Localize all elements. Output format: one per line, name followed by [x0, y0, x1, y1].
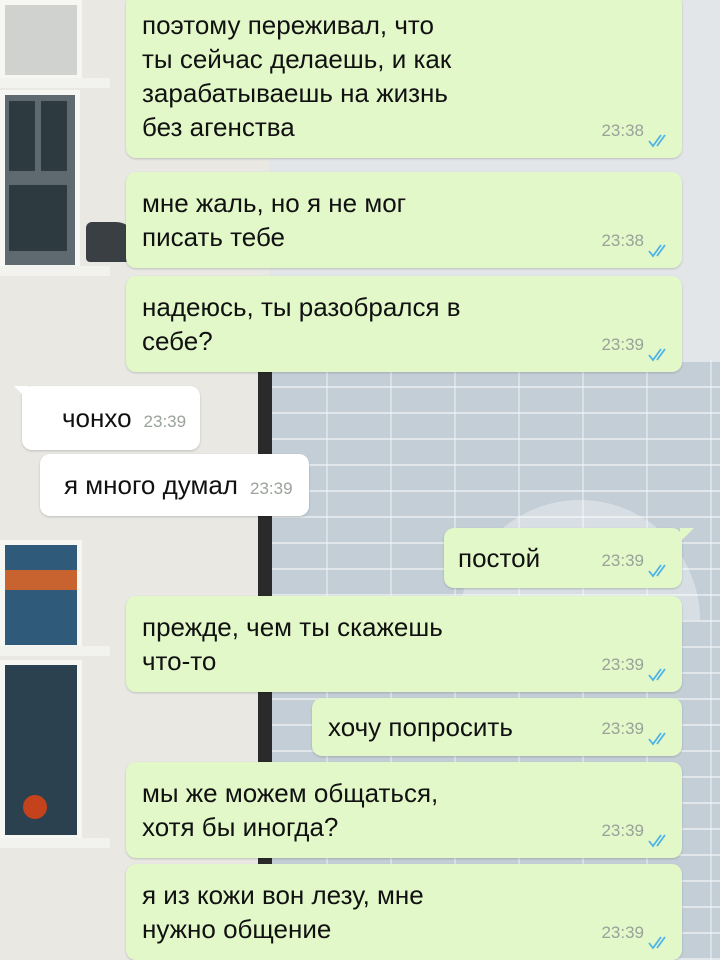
outgoing-message[interactable]: прежде, чем ты скажешь что-то 23:39	[126, 596, 682, 692]
outgoing-message[interactable]: мы же можем общаться, хотя бы иногда? 23…	[126, 762, 682, 858]
outgoing-message[interactable]: хочу попросить 23:39	[312, 698, 682, 756]
message-text: прежде, чем ты скажешь что-то	[142, 612, 443, 676]
message-time: 23:39	[601, 821, 644, 840]
outgoing-message[interactable]: постой 23:39	[444, 528, 694, 588]
message-text: надеюсь, ты разобрался в себе?	[142, 292, 461, 356]
bubble-tail	[14, 386, 28, 400]
outgoing-message[interactable]: поэтому переживал, что ты сейчас делаешь…	[126, 0, 682, 158]
bubble-tail	[680, 528, 694, 542]
message-time: 23:39	[601, 655, 644, 674]
message-time: 23:39	[601, 335, 644, 354]
message-time: 23:39	[601, 551, 644, 570]
message-time: 23:39	[601, 923, 644, 942]
double-check-icon	[648, 668, 666, 682]
message-time: 23:39	[143, 412, 187, 431]
message-time: 23:39	[249, 479, 293, 498]
message-text: я из кожи вон лезу, мне нужно общение	[142, 880, 424, 944]
double-check-icon	[648, 732, 666, 746]
outgoing-message[interactable]: я из кожи вон лезу, мне нужно общение 23…	[126, 864, 682, 960]
message-text: я много думал	[64, 470, 238, 500]
incoming-message[interactable]: чонхо 23:39	[14, 386, 201, 450]
double-check-icon	[648, 244, 666, 258]
message-time: 23:38	[601, 121, 644, 140]
double-check-icon	[648, 936, 666, 950]
double-check-icon	[648, 348, 666, 362]
outgoing-message[interactable]: мне жаль, но я не мог писать тебе 23:38	[126, 172, 682, 268]
double-check-icon	[648, 564, 666, 578]
message-text: чонхо	[62, 403, 132, 433]
message-thread: поэтому переживал, что ты сейчас делаешь…	[0, 0, 720, 960]
incoming-message[interactable]: я много думал 23:39	[40, 454, 309, 516]
double-check-icon	[648, 834, 666, 848]
message-text: мне жаль, но я не мог писать тебе	[142, 188, 407, 252]
message-text: мы же можем общаться, хотя бы иногда?	[142, 778, 439, 842]
message-text: поэтому переживал, что ты сейчас делаешь…	[142, 10, 452, 142]
double-check-icon	[648, 134, 666, 148]
outgoing-message[interactable]: надеюсь, ты разобрался в себе? 23:39	[126, 276, 682, 372]
message-time: 23:38	[601, 231, 644, 250]
message-time: 23:39	[601, 719, 644, 738]
